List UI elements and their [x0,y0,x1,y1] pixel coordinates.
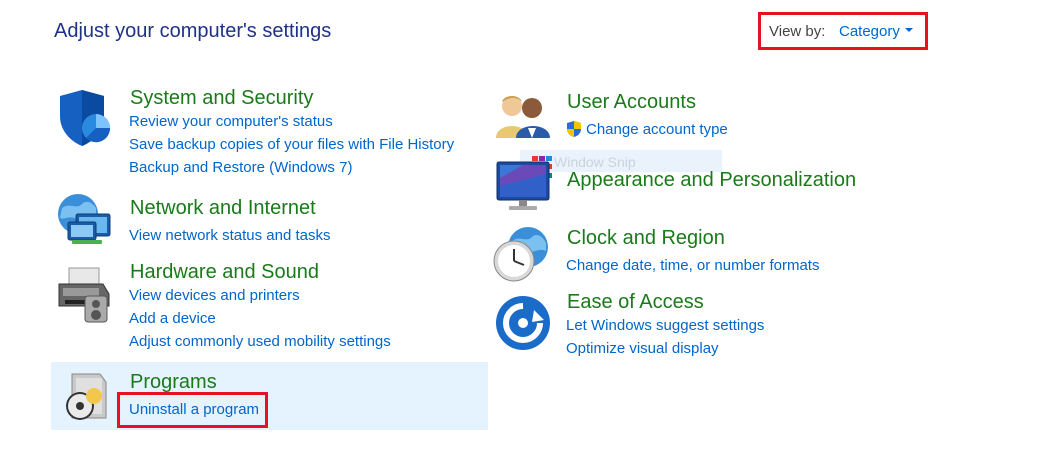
category-system-security[interactable]: System and Security [130,87,313,110]
category-appearance[interactable]: Appearance and Personalization [567,169,856,192]
link-review-status[interactable]: Review your computer's status [129,113,333,130]
link-file-history[interactable]: Save backup copies of your files with Fi… [129,136,454,153]
view-by-value: Category [839,23,900,40]
link-mobility-settings[interactable]: Adjust commonly used mobility settings [129,333,391,350]
link-devices-printers[interactable]: View devices and printers [129,287,300,304]
link-add-device[interactable]: Add a device [129,310,216,327]
ease-of-access-icon[interactable] [494,294,552,352]
network-globe-icon[interactable] [54,192,114,248]
view-by-dropdown[interactable]: Category [839,23,913,40]
chevron-down-icon [904,28,913,33]
clock-globe-icon[interactable] [492,225,552,285]
printer-icon[interactable] [55,266,113,324]
link-optimize-display[interactable]: Optimize visual display [566,340,719,357]
view-by-label: View by: [769,23,826,40]
category-network-internet[interactable]: Network and Internet [130,197,316,220]
category-hardware-sound[interactable]: Hardware and Sound [130,261,319,284]
category-programs[interactable]: Programs [130,371,217,394]
link-date-time-formats[interactable]: Change date, time, or number formats [566,257,819,274]
link-network-status[interactable]: View network status and tasks [129,227,331,244]
category-user-accounts[interactable]: User Accounts [567,91,696,114]
page-title: Adjust your computer's settings [54,20,332,42]
uac-shield-icon [567,121,581,137]
category-ease-of-access[interactable]: Ease of Access [567,291,704,314]
link-backup-restore[interactable]: Backup and Restore (Windows 7) [129,159,352,176]
link-uninstall-program[interactable]: Uninstall a program [129,401,259,418]
link-change-account-type[interactable]: Change account type [586,121,728,138]
users-icon[interactable] [494,92,552,140]
monitor-icon[interactable] [495,158,553,214]
category-clock-region[interactable]: Clock and Region [567,227,725,250]
programs-disc-icon[interactable] [62,370,110,422]
link-suggest-settings[interactable]: Let Windows suggest settings [566,317,764,334]
shield-icon[interactable] [56,88,114,148]
window-snip-label: Window Snip [554,154,636,170]
